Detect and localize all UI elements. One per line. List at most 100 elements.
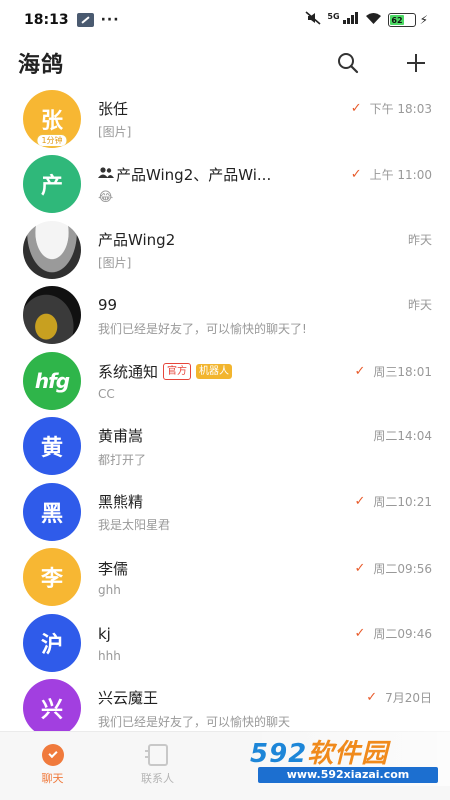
chat-item-liru[interactable]: 李 李儒 ✓ 周二09:56 ghh xyxy=(0,545,450,611)
tab-contacts[interactable]: 联系人 xyxy=(105,732,210,800)
app-header: 海鸽 xyxy=(0,40,450,86)
chat-item-kj[interactable]: 沪 kj ✓ 周二09:46 hhh xyxy=(0,610,450,676)
chat-body: 张任 ✓ 下午 18:03 [图片] xyxy=(98,97,432,140)
chat-preview: 都打开了 xyxy=(98,452,147,467)
chat-name: 系统通知 xyxy=(98,363,159,382)
chat-body: 99 昨天 我们已经是好友了，可以愉快的聊天了! xyxy=(98,294,432,337)
avatar: 沪 xyxy=(23,613,81,672)
chat-preview: [图片] xyxy=(98,256,132,271)
chat-body: 黄甫嵩 周二14:04 都打开了 xyxy=(98,425,432,468)
tab-contacts-label: 联系人 xyxy=(141,772,174,785)
avatar-text: 张 xyxy=(40,108,63,134)
chat-name: 张任 xyxy=(98,99,129,118)
toolbox-icon xyxy=(76,13,94,27)
avatar: 张 1分钟 xyxy=(23,89,81,148)
avatar: 黄 xyxy=(23,417,81,476)
chat-preview: CC xyxy=(98,386,115,401)
more-notifications-icon: ··· xyxy=(100,12,120,28)
chat-body: 兴云魔王 ✓ 7月20日 我们已经是好友了，可以愉快的聊天 xyxy=(98,687,432,730)
signal-icon xyxy=(342,12,359,28)
avatar: 兴 xyxy=(23,679,81,731)
read-check-icon: ✓ xyxy=(366,690,378,706)
avatar-photo xyxy=(23,286,81,345)
search-icon[interactable] xyxy=(336,51,360,75)
chat-name: 99 xyxy=(98,295,118,314)
chat-time: 上午 11:00 xyxy=(369,168,432,183)
chat-item-99[interactable]: 99 昨天 我们已经是好友了，可以愉快的聊天了! xyxy=(0,283,450,349)
chat-item-heixiongjing[interactable]: 黑 黑熊精 ✓ 周二10:21 我是太阳星君 xyxy=(0,479,450,545)
battery-icon: 62 xyxy=(387,13,416,27)
watermark-text: 软件园 xyxy=(307,739,389,769)
chat-preview: 我们已经是好友了，可以愉快的聊天了! xyxy=(98,321,307,336)
avatar-logo-text: hfg xyxy=(34,368,70,393)
chat-name: 产品Wing2 xyxy=(98,230,176,249)
read-check-icon: ✓ xyxy=(350,100,362,116)
plus-icon[interactable] xyxy=(404,51,428,75)
chat-list: 张 1分钟 张任 ✓ 下午 18:03 [图片] 产 产品Wing2、产品Wi.… xyxy=(0,86,450,731)
chat-body: kj ✓ 周二09:46 hhh xyxy=(98,623,432,663)
avatar-text: 产 xyxy=(40,174,63,200)
app-title: 海鸽 xyxy=(18,53,65,78)
chat-item-zhangren[interactable]: 张 1分钟 张任 ✓ 下午 18:03 [图片] xyxy=(0,86,450,152)
chat-item-system-notice[interactable]: hfg 系统通知 官方 机器人 ✓ 周三18:01 CC xyxy=(0,348,450,414)
avatar: 产 xyxy=(23,155,81,214)
tab-chat-label: 聊天 xyxy=(41,772,64,785)
status-time: 18:13 xyxy=(24,12,69,28)
chat-body: 系统通知 官方 机器人 ✓ 周三18:01 CC xyxy=(98,361,432,401)
chat-item-group-wing2[interactable]: 产 产品Wing2、产品Wi... ✓ 上午 11:00 😂 xyxy=(0,152,450,218)
chat-time: 周二14:04 xyxy=(373,429,432,444)
chat-name: 黄甫嵩 xyxy=(98,427,144,446)
contacts-tab-icon xyxy=(144,744,168,766)
avatar-text: 黑 xyxy=(40,501,63,527)
chat-body: 产品Wing2、产品Wi... ✓ 上午 11:00 😂 xyxy=(98,164,432,205)
chat-preview: ghh xyxy=(98,583,121,598)
chat-time: 昨天 xyxy=(407,298,432,313)
network-type-label: 5G xyxy=(327,11,340,21)
charging-icon: ⚡ xyxy=(419,13,428,27)
status-right-icons: 5G 62 ⚡ xyxy=(305,11,428,29)
chat-preview: 我是太阳星君 xyxy=(98,518,171,533)
chat-time: 周二09:46 xyxy=(373,627,432,642)
avatar-text: 沪 xyxy=(40,632,63,658)
chat-preview-emoji: 😂 xyxy=(98,189,114,205)
battery-level: 62 xyxy=(389,15,405,25)
chat-item-huangfusong[interactable]: 黄 黄甫嵩 周二14:04 都打开了 xyxy=(0,414,450,480)
chat-time: 周三18:01 xyxy=(373,365,432,380)
chat-item-xingyunmowang[interactable]: 兴 兴云魔王 ✓ 7月20日 我们已经是好友了，可以愉快的聊天 xyxy=(0,676,450,731)
chat-time: 昨天 xyxy=(407,232,432,247)
battery-percent: 62 xyxy=(391,15,403,25)
chat-time: 周二09:56 xyxy=(373,561,432,576)
avatar: 黑 xyxy=(23,482,81,541)
status-left-icons: ··· xyxy=(76,12,120,28)
status-bar: 18:13 ··· 5G 62 ⚡ xyxy=(0,0,450,40)
watermark-url: www.592xiazai.com xyxy=(258,767,438,783)
chat-time: 7月20日 xyxy=(385,691,432,706)
chat-time: 周二10:21 xyxy=(373,494,432,509)
group-icon xyxy=(98,167,114,182)
chat-name: 产品Wing2、产品Wi... xyxy=(116,166,272,185)
chat-tab-icon xyxy=(41,744,64,766)
avatar-logo: hfg xyxy=(23,351,81,410)
mute-icon xyxy=(305,11,321,29)
watermark-logo: 592软件园 xyxy=(250,733,388,770)
read-check-icon: ✓ xyxy=(354,626,366,642)
chat-time: 下午 18:03 xyxy=(369,101,432,116)
chat-preview: hhh xyxy=(98,648,121,663)
tab-chat[interactable]: 聊天 xyxy=(0,732,105,800)
read-check-icon: ✓ xyxy=(354,560,366,576)
official-tag: 官方 xyxy=(163,363,192,381)
wifi-icon xyxy=(365,12,382,29)
robot-tag: 机器人 xyxy=(196,364,233,380)
chat-body: 李儒 ✓ 周二09:56 ghh xyxy=(98,557,432,598)
chat-name: kj xyxy=(98,624,111,643)
read-check-icon: ✓ xyxy=(354,493,366,509)
avatar-text: 李 xyxy=(40,567,63,593)
avatar-text: 黄 xyxy=(40,436,63,462)
chat-item-wing2[interactable]: 产品Wing2 昨天 [图片] xyxy=(0,217,450,283)
avatar-text: 兴 xyxy=(40,698,63,724)
header-actions xyxy=(336,51,428,75)
avatar: 李 xyxy=(23,548,81,607)
chat-body: 黑熊精 ✓ 周二10:21 我是太阳星君 xyxy=(98,490,432,533)
chat-name: 兴云魔王 xyxy=(98,689,159,708)
chat-preview: [图片] xyxy=(98,125,132,140)
